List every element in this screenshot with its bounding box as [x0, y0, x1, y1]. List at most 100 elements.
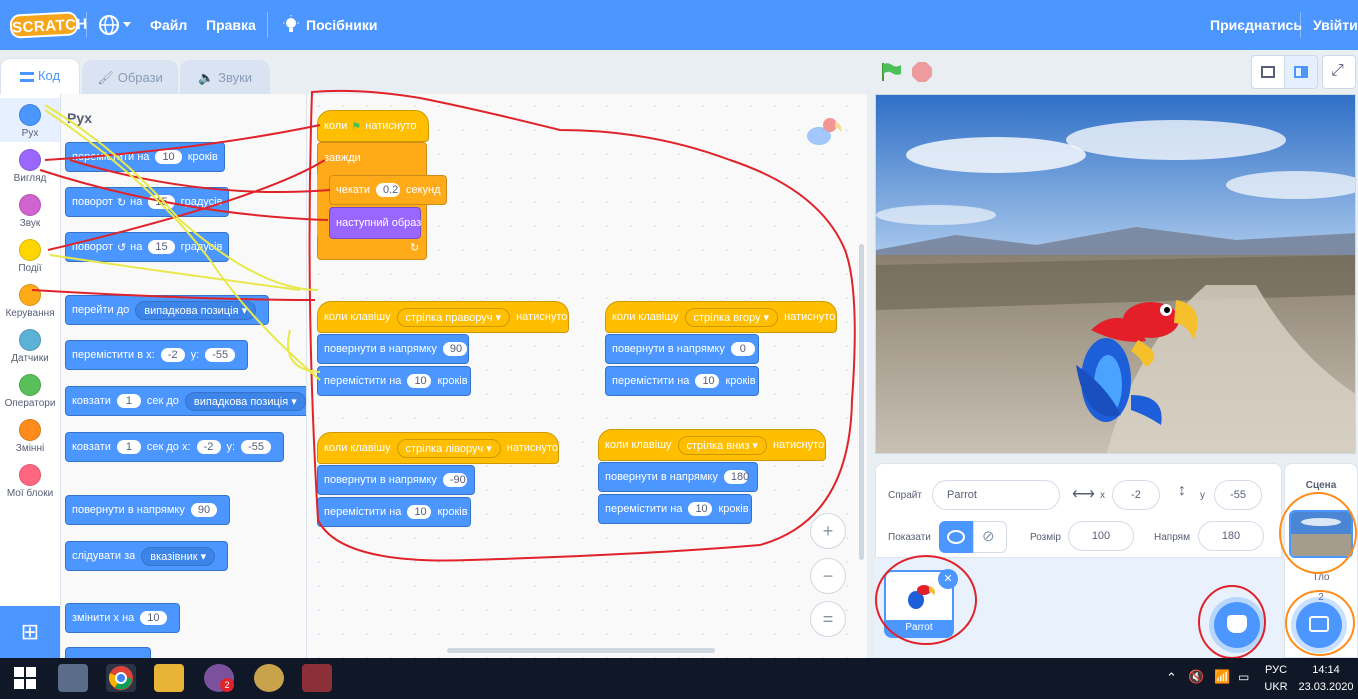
green-flag-button[interactable]: [880, 62, 902, 82]
globe-icon[interactable]: [98, 14, 120, 36]
viber-icon[interactable]: 2: [204, 664, 234, 692]
stop-button[interactable]: [912, 62, 932, 82]
block-input[interactable]: -55: [241, 440, 271, 454]
vertical-scrollbar[interactable]: [859, 244, 864, 560]
delete-sprite-button[interactable]: ✕: [938, 569, 958, 589]
block-input[interactable]: 15: [148, 240, 175, 254]
zoom-out-button[interactable]: −: [810, 558, 846, 594]
menu-file[interactable]: Файл: [150, 0, 187, 50]
category-control[interactable]: Керування: [0, 278, 60, 322]
hide-sprite-button[interactable]: ⊘: [973, 521, 1007, 553]
zoom-reset-button[interactable]: =: [810, 601, 846, 637]
category-variables[interactable]: Змінні: [0, 413, 60, 457]
windows-start-icon[interactable]: [10, 664, 40, 692]
key-dropdown[interactable]: стрілка ліворуч ▾: [396, 438, 501, 458]
block-input[interactable]: 180: [723, 470, 749, 484]
y-input[interactable]: -55: [1214, 480, 1262, 510]
block-input[interactable]: 90: [442, 342, 467, 356]
block-point-direction[interactable]: повернути в напрямку 90: [317, 334, 469, 364]
block-partial[interactable]: [65, 647, 151, 658]
direction-input[interactable]: 180: [1198, 521, 1264, 551]
block-input[interactable]: 90: [190, 503, 218, 517]
block-wait[interactable]: чекати 0.2 секунд: [329, 175, 447, 205]
sprite-tile-parrot[interactable]: Parrot ✕: [884, 569, 958, 638]
block-input[interactable]: 10: [407, 374, 432, 388]
block-next-costume[interactable]: наступний образ: [329, 207, 421, 239]
clock-date[interactable]: 23.03.2020: [1296, 681, 1356, 693]
block-input[interactable]: -2: [196, 440, 221, 454]
block-point-direction[interactable]: повернути в напрямку 0: [605, 334, 759, 364]
menu-tutorials[interactable]: Посібники: [306, 0, 377, 50]
block-move-steps[interactable]: перемістити на 10 кроків: [605, 366, 759, 396]
category-sensing[interactable]: Датчики: [0, 323, 60, 367]
block-when-key-up[interactable]: коли клавішу стрілка вгору ▾ натиснуто: [605, 301, 837, 333]
file-explorer-icon[interactable]: [154, 664, 184, 692]
block-follow[interactable]: слідувати за вказівник ▾: [65, 541, 229, 571]
block-input[interactable]: 10: [155, 150, 182, 164]
block-dropdown[interactable]: випадкова позиція ▾: [184, 391, 306, 411]
tab-costumes[interactable]: 🖌 Образи: [82, 60, 178, 94]
horizontal-scrollbar[interactable]: [447, 648, 715, 653]
key-dropdown[interactable]: стрілка праворуч ▾: [396, 307, 511, 327]
block-when-key-right[interactable]: коли клавішу стрілка праворуч ▾ натиснуто: [317, 301, 569, 333]
keyboard-layout[interactable]: UKR: [1262, 681, 1290, 693]
block-input[interactable]: 10: [140, 611, 167, 625]
category-events[interactable]: Події: [0, 233, 60, 277]
block-goto[interactable]: перейти до випадкова позиція ▾: [65, 295, 270, 325]
block-change-x[interactable]: змінити х на 10: [65, 603, 180, 633]
clock-time[interactable]: 14:14: [1296, 664, 1356, 676]
block-point-direction[interactable]: повернути в напрямку -90: [317, 465, 475, 495]
normal-stage-button[interactable]: [1284, 55, 1318, 89]
signin-link[interactable]: Увійти: [1313, 0, 1358, 50]
block-glide-xy[interactable]: ковзати 1 сек до x: -2 у: -55: [65, 432, 284, 462]
category-my-blocks[interactable]: Мої блоки: [0, 458, 60, 502]
block-input[interactable]: 0: [730, 342, 755, 356]
block-input[interactable]: 0.2: [375, 183, 400, 197]
x-input[interactable]: -2: [1112, 480, 1160, 510]
size-input[interactable]: 100: [1068, 521, 1134, 551]
tab-code[interactable]: Код: [0, 58, 80, 96]
add-extension-button[interactable]: ⊞: [0, 606, 60, 658]
block-input[interactable]: 1: [116, 394, 141, 408]
wifi-icon[interactable]: 📶: [1214, 669, 1230, 685]
block-move-steps[interactable]: перемістити на 10 кроків: [598, 494, 752, 524]
block-when-key-down[interactable]: коли клавішу стрілка вниз ▾ натиснуто: [598, 429, 826, 461]
block-when-key-left[interactable]: коли клавішу стрілка ліворуч ▾ натиснуто: [317, 432, 559, 464]
block-turn-right[interactable]: поворот ↻ на 15 градусів: [65, 187, 230, 217]
backdrop-thumbnail[interactable]: [1289, 510, 1353, 558]
stage-canvas[interactable]: [875, 94, 1356, 454]
block-input[interactable]: 10: [695, 374, 720, 388]
block-glide[interactable]: ковзати 1 сек до випадкова позиція ▾: [65, 386, 306, 416]
category-operators[interactable]: Оператори: [0, 368, 60, 412]
block-input[interactable]: 10: [688, 502, 713, 516]
category-looks[interactable]: Вигляд: [0, 143, 60, 187]
block-input[interactable]: 10: [407, 505, 432, 519]
category-motion[interactable]: Рух: [0, 98, 60, 142]
chrome-icon[interactable]: [106, 664, 136, 692]
zoom-in-button[interactable]: +: [810, 513, 846, 549]
block-move-steps[interactable]: перемістити на 10 кроків: [317, 366, 471, 396]
block-input[interactable]: -90: [442, 473, 467, 487]
block-input[interactable]: 1: [116, 440, 141, 454]
key-dropdown[interactable]: стрілка вниз ▾: [677, 435, 767, 455]
script-area[interactable]: коли ⚑ натиснуто завжди ↻ чекати 0.2 секунд …: [307, 94, 867, 658]
block-move-steps[interactable]: перемістити на 10 кроків: [317, 497, 471, 527]
block-turn-left[interactable]: поворот ↺ на 15 градусів: [65, 232, 230, 262]
category-sound[interactable]: Звук: [0, 188, 60, 232]
show-sprite-button[interactable]: [939, 521, 973, 553]
block-point-direction[interactable]: повернути в напрямку 180: [598, 462, 758, 492]
block-dropdown[interactable]: вказівник ▾: [141, 546, 216, 566]
block-point-direction[interactable]: повернути в напрямку 90: [65, 495, 231, 525]
choose-sprite-button[interactable]: [1214, 602, 1260, 648]
winrar-icon[interactable]: [302, 664, 332, 692]
input-language[interactable]: РУС: [1262, 664, 1290, 676]
battery-icon[interactable]: ▭: [1238, 670, 1249, 684]
scratch-logo[interactable]: SCRATCH: [9, 11, 88, 39]
tab-sounds[interactable]: 🔈 Звуки: [180, 60, 270, 94]
block-input[interactable]: 15: [148, 195, 175, 209]
keyboard-app-icon[interactable]: [58, 664, 88, 692]
block-input[interactable]: -55: [205, 348, 236, 362]
choose-backdrop-button[interactable]: [1296, 602, 1342, 648]
block-goto-xy[interactable]: перемістити в x: -2 y: -55: [65, 340, 249, 370]
fullscreen-button[interactable]: ⤢: [1322, 55, 1356, 89]
